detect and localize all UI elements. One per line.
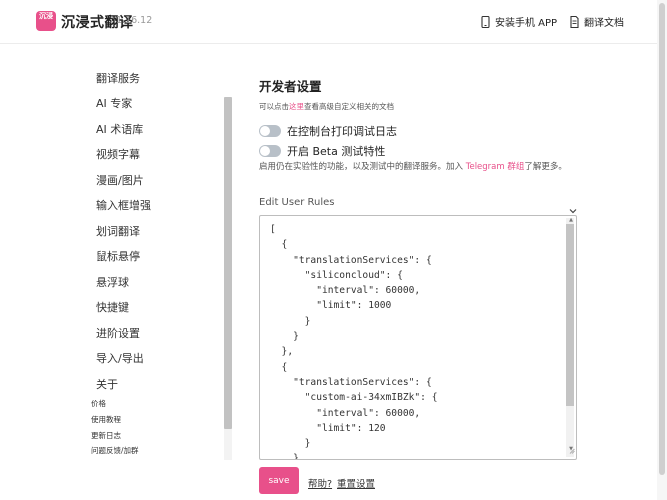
document-icon <box>570 15 579 28</box>
developer-settings-panel: 开发者设置 可以点击这里查看高级自定义相关的文档 在控制台打印调试日志 开启 B… <box>259 45 579 500</box>
desc-prefix: 可以点击 <box>259 102 289 111</box>
scroll-up-arrow-icon[interactable]: ▲ <box>569 218 573 223</box>
sidebar-item-floating-ball[interactable]: 悬浮球 <box>96 274 129 290</box>
user-rules-header[interactable]: Edit User Rules <box>259 196 577 214</box>
editor-scrollbar-thumb[interactable] <box>566 224 574 406</box>
sidebar-item-about[interactable]: 关于 <box>96 376 118 392</box>
desc-suffix: 查看高级自定义相关的文档 <box>304 102 394 111</box>
user-rules-label: Edit User Rules <box>259 197 335 208</box>
phone-icon <box>481 15 490 28</box>
reset-settings-link[interactable]: 重置设置 <box>337 476 375 490</box>
sidebar-item-video-subtitles[interactable]: 视频字幕 <box>96 146 140 162</box>
help-link[interactable]: 帮助? <box>308 476 332 490</box>
beta-note-suffix: 了解更多。 <box>524 162 567 172</box>
save-button[interactable]: save <box>259 467 299 494</box>
app-logo: 沉浸 <box>36 11 56 31</box>
sidebar-link-pricing[interactable]: 价格 <box>91 398 106 409</box>
user-rules-editor[interactable]: [ { "translationServices": { "siliconclo… <box>259 215 577 460</box>
sidebar-item-translation-service[interactable]: 翻译服务 <box>96 70 140 86</box>
page-scrollbar-thumb[interactable] <box>659 3 665 475</box>
beta-features-toggle[interactable] <box>259 145 281 157</box>
debug-log-toggle[interactable] <box>259 125 281 137</box>
sidebar-item-import-export[interactable]: 导入/导出 <box>96 350 144 366</box>
docs-label: 翻译文档 <box>584 18 624 29</box>
sidebar-item-selection-translate[interactable]: 划词翻译 <box>96 223 140 239</box>
beta-note-prefix: 启用仍在实验性的功能，以及测试中的翻译服务。加入 <box>259 162 466 172</box>
page-title: 开发者设置 <box>259 79 322 94</box>
user-rules-code[interactable]: [ { "translationServices": { "siliconclo… <box>270 222 438 459</box>
sidebar-scrollbar-thumb[interactable] <box>224 97 232 429</box>
sidebar-item-advanced[interactable]: 进阶设置 <box>96 325 140 341</box>
sidebar: 翻译服务 AI 专家 AI 术语库 视频字幕 漫画/图片 输入框增强 划词翻译 … <box>0 45 224 500</box>
sidebar-item-shortcuts[interactable]: 快捷键 <box>96 299 129 315</box>
docs-link[interactable]: 翻译文档 <box>570 14 624 29</box>
sidebar-item-mouse-hover[interactable]: 鼠标悬停 <box>96 248 140 264</box>
sidebar-link-changelog[interactable]: 更新日志 <box>91 430 121 441</box>
sidebar-link-feedback[interactable]: 问题反馈/加群 <box>91 445 139 456</box>
docs-description: 可以点击这里查看高级自定义相关的文档 <box>259 101 394 112</box>
debug-log-toggle-row[interactable]: 在控制台打印调试日志 <box>259 123 397 139</box>
sidebar-item-manga-images[interactable]: 漫画/图片 <box>96 172 144 188</box>
install-app-label: 安装手机 APP <box>495 18 558 29</box>
sidebar-item-ai-expert[interactable]: AI 专家 <box>96 95 132 111</box>
sidebar-item-ai-glossary[interactable]: AI 术语库 <box>96 121 143 137</box>
beta-features-label: 开启 Beta 测试特性 <box>287 145 386 158</box>
sidebar-item-input-enhance[interactable]: 输入框增强 <box>96 197 151 213</box>
debug-log-label: 在控制台打印调试日志 <box>287 125 397 138</box>
app-version: 1.16.12 <box>116 15 153 26</box>
resize-handle-icon[interactable] <box>569 439 575 458</box>
telegram-group-link[interactable]: Telegram 群组 <box>466 162 525 172</box>
docs-here-link[interactable]: 这里 <box>289 102 304 111</box>
beta-features-toggle-row[interactable]: 开启 Beta 测试特性 <box>259 143 385 159</box>
beta-note: 启用仍在实验性的功能，以及测试中的翻译服务。加入 Telegram 群组了解更多… <box>259 160 577 175</box>
sidebar-link-tutorial[interactable]: 使用教程 <box>91 414 121 425</box>
top-header: 沉浸 沉浸式翻译 1.16.12 安装手机 APP 翻译文档 <box>0 0 667 44</box>
install-app-link[interactable]: 安装手机 APP <box>481 14 557 29</box>
